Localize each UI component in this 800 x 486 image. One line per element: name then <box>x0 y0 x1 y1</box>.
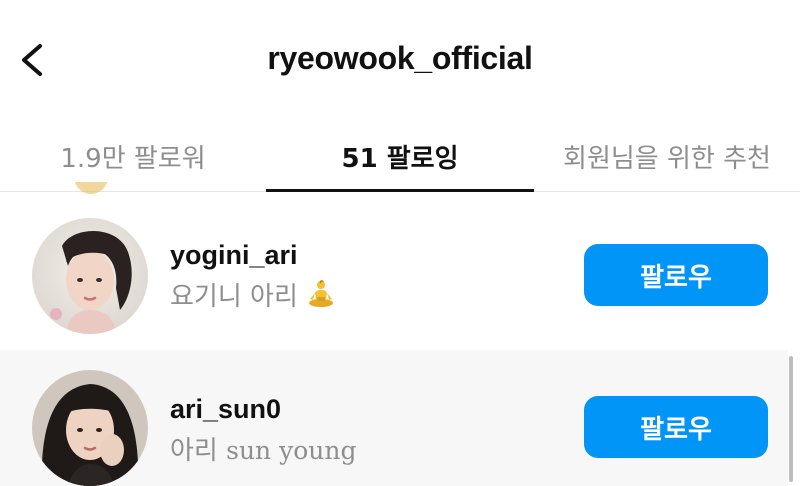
avatar[interactable] <box>32 370 148 486</box>
active-tab-indicator <box>266 189 534 192</box>
avatar-photo <box>32 218 148 334</box>
username[interactable]: ari_sun0 <box>170 394 281 425</box>
meditating-person-icon <box>306 279 336 316</box>
profile-username-title: ryeowook_official <box>267 40 533 76</box>
display-name-latin: sun young <box>226 436 357 465</box>
username[interactable]: yogini_ari <box>170 240 298 271</box>
tab-following[interactable]: 51 팔로잉 <box>266 120 534 192</box>
avatar[interactable] <box>32 218 148 334</box>
scrollbar[interactable] <box>789 356 793 482</box>
display-name: 요기니 아리 <box>170 276 336 316</box>
list-item[interactable]: yogini_ari 요기니 아리 팔로우 <box>0 196 788 346</box>
tab-suggested[interactable]: 회원님을 위한 추천 <box>534 120 800 192</box>
display-name-text: 요기니 아리 <box>170 282 298 312</box>
follow-tabs: 1.9만 팔로워 51 팔로잉 회원님을 위한 추천 <box>0 120 800 192</box>
top-bar: ryeowook_official <box>0 0 800 120</box>
display-name-korean: 아리 <box>170 436 218 466</box>
avatar-photo <box>32 370 148 486</box>
follow-button[interactable]: 팔로우 <box>584 244 768 306</box>
partial-avatar <box>74 182 108 194</box>
list-item[interactable]: ari_sun0 아리 sun young 팔로우 <box>0 350 788 486</box>
tab-followers[interactable]: 1.9만 팔로워 <box>0 120 266 192</box>
follow-button[interactable]: 팔로우 <box>584 396 768 458</box>
display-name: 아리 sun young <box>170 430 356 467</box>
